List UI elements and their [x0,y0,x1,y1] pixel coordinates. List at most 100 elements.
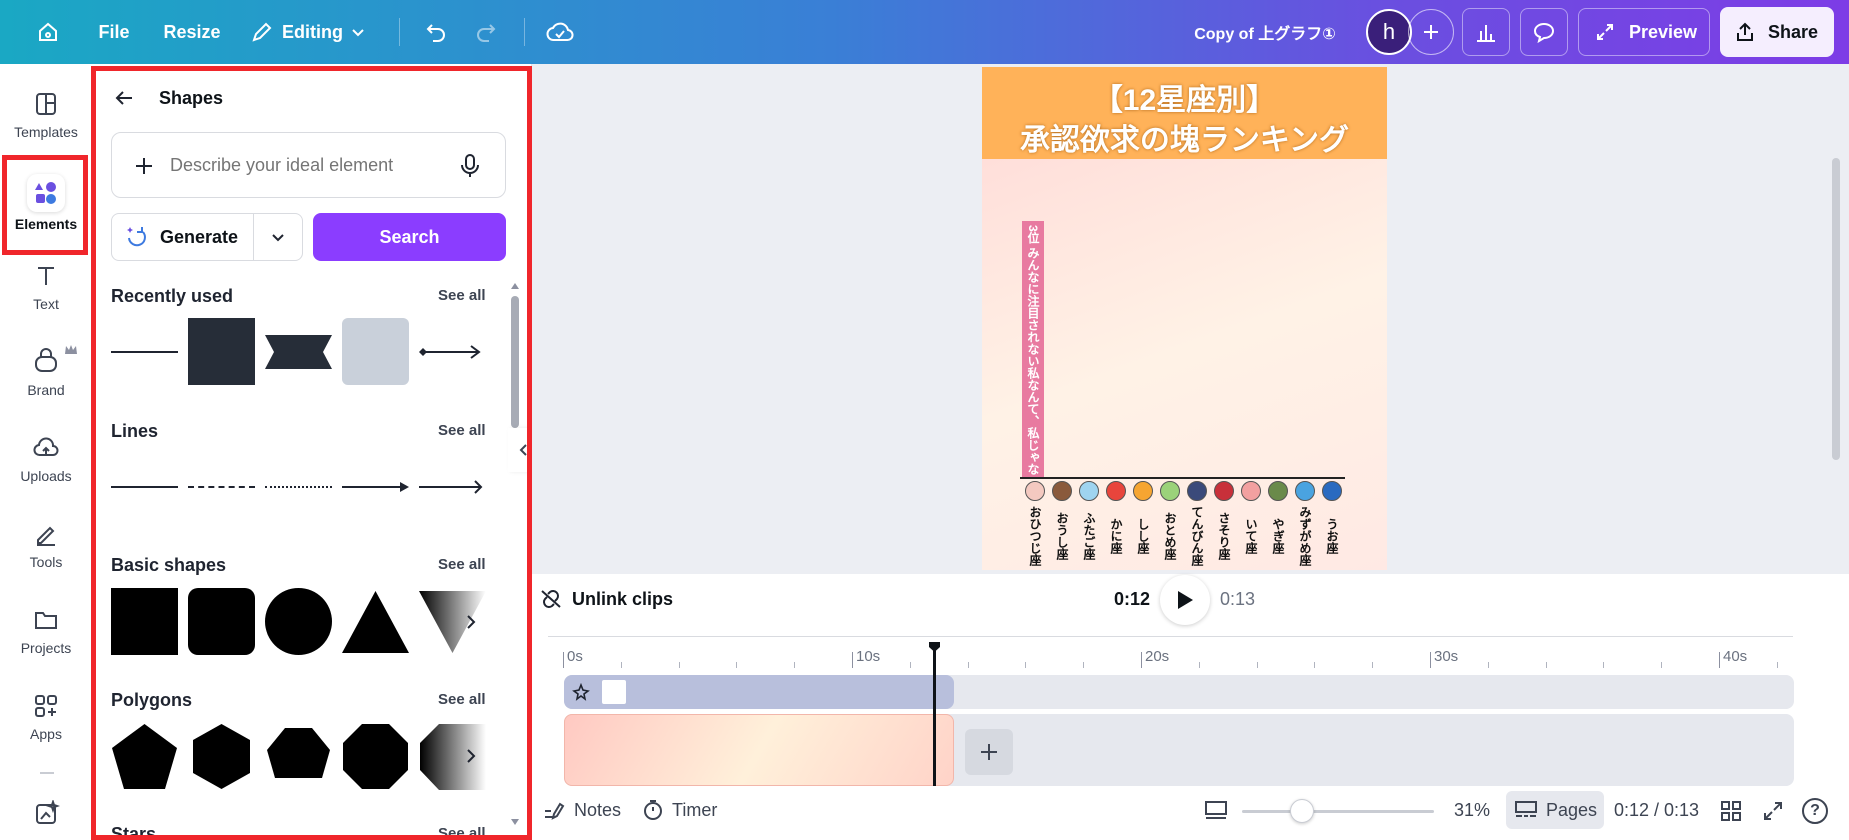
pages-button[interactable]: Pages [1506,791,1604,829]
recent-square-shape[interactable] [188,318,255,385]
solid-line-shape[interactable] [111,486,178,488]
playhead-handle-icon[interactable] [928,641,941,653]
rail-item-magic[interactable] [34,798,61,831]
zoom-slider-track[interactable] [1242,810,1434,813]
timeline-ruler[interactable]: 0s 10s 20s 30s 40s [563,648,1793,670]
zodiac-character-icon [1241,481,1261,501]
zodiac-character-icon [1187,481,1207,501]
see-all-lines[interactable]: See all [438,422,486,439]
resize-button[interactable]: Resize [160,12,224,52]
scroll-down-arrow-icon[interactable] [510,818,520,826]
fullscreen-button[interactable] [1762,800,1784,827]
zodiac-character-icon [1079,481,1099,501]
see-all-basic-shapes[interactable]: See all [438,556,486,573]
zoom-slider-thumb[interactable] [1290,799,1314,823]
heptagon-shape[interactable] [265,723,332,790]
canvas-scrollbar[interactable] [1832,158,1840,460]
page-clip[interactable] [564,714,954,786]
add-page-button[interactable] [965,729,1013,775]
home-button[interactable] [28,12,68,52]
zodiac-character-icon [1322,481,1342,501]
recent-banner-shape[interactable] [265,335,332,369]
play-button[interactable] [1160,575,1210,625]
rail-item-brand[interactable]: Brand [0,330,92,410]
notes-button[interactable]: Notes [542,799,621,821]
comments-button[interactable] [1520,8,1568,56]
describe-input[interactable] [170,151,450,179]
see-all-stars[interactable]: See all [438,825,486,840]
ruler-label: 10s [856,648,881,665]
unlink-label: Unlink clips [572,588,674,609]
zoom-level[interactable]: 31% [1454,800,1490,821]
recent-arrow-line-shape[interactable] [419,342,486,362]
ruler-minor-tick [620,662,622,668]
ruler-minor-tick [909,662,911,668]
ruler-major-tick [1719,652,1720,668]
octagon-shape[interactable] [342,723,409,790]
pentagon-shape[interactable] [111,723,178,790]
scroll-up-arrow-icon[interactable] [510,282,520,290]
generate-label: Generate [160,226,239,247]
invite-button[interactable] [1408,9,1454,55]
recent-rounded-square-shape[interactable] [342,318,409,385]
undo-button[interactable] [418,12,454,52]
preview-button[interactable]: Preview [1578,8,1710,56]
page-fit-button[interactable] [1204,799,1228,826]
editing-mode-dropdown[interactable]: Editing [250,12,376,52]
rounded-square-shape[interactable] [188,588,255,655]
ruler-minor-tick [1083,662,1085,668]
design-page[interactable]: 【12星座別】 承認欲求の塊ランキング 3位 みんなに注目されない私なんて、私じ… [982,67,1387,570]
square-shape[interactable] [111,588,178,655]
timer-button[interactable]: Timer [642,799,717,821]
element-clip[interactable] [564,675,954,709]
rail-label: Projects [20,640,72,656]
recent-line-shape[interactable] [111,351,178,353]
redo-button[interactable] [468,12,504,52]
rail-item-uploads[interactable]: Uploads [0,416,92,496]
file-menu[interactable]: File [94,12,134,52]
rail-item-projects[interactable]: Projects [0,588,92,668]
avatar[interactable]: h [1366,9,1412,55]
grid-view-button[interactable] [1720,800,1742,827]
hexagon-shape[interactable] [188,723,255,790]
chevron-right-icon[interactable] [465,614,477,630]
tools-icon [37,526,55,546]
design-title-line1: 【12星座別】 [1092,84,1277,117]
rail-item-templates[interactable]: Templates [0,72,92,152]
ruler-minor-tick [1256,662,1258,668]
triangle-shape[interactable] [342,591,409,653]
share-button[interactable]: Share [1720,7,1834,57]
dotted-line-shape[interactable] [265,486,332,488]
rail-item-text[interactable]: Text [0,244,92,324]
dashed-line-shape[interactable] [188,486,255,488]
open-arrow-line-shape[interactable] [419,479,486,495]
share-icon [1737,22,1753,41]
see-all-recent[interactable]: See all [438,287,486,304]
rail-item-tools[interactable]: Tools [0,502,92,582]
see-all-polygons[interactable]: See all [438,691,486,708]
help-button[interactable]: ? [1802,798,1828,824]
panel-scrollbar-thumb[interactable] [511,296,519,428]
redo-icon [477,24,496,42]
zodiac-sign-item: おとめ座 [1157,481,1183,569]
cloud-save-status[interactable] [540,12,580,52]
pages-icon [1515,801,1537,817]
chevron-right-icon[interactable] [465,748,477,764]
ruler-minor-tick [1025,662,1027,668]
back-button[interactable] [112,86,136,115]
circle-shape[interactable] [265,588,332,655]
generate-options-dropdown[interactable] [254,214,302,260]
unlink-clips-button[interactable]: Unlink clips [538,587,673,611]
document-title[interactable]: Copy of 上グラフ① [1180,12,1350,52]
timer-label: Timer [672,799,718,820]
playhead[interactable] [933,648,936,786]
search-button[interactable]: Search [313,213,506,261]
rail-item-apps[interactable]: Apps [0,674,92,754]
rail-item-elements[interactable]: Elements [0,156,92,236]
ai-describe-box[interactable] [111,132,506,198]
insights-button[interactable] [1462,8,1510,56]
generate-button[interactable]: Generate [112,214,255,260]
microphone-icon[interactable] [460,153,480,179]
arrow-line-shape[interactable] [342,479,409,495]
chevron-down-icon [272,234,284,242]
